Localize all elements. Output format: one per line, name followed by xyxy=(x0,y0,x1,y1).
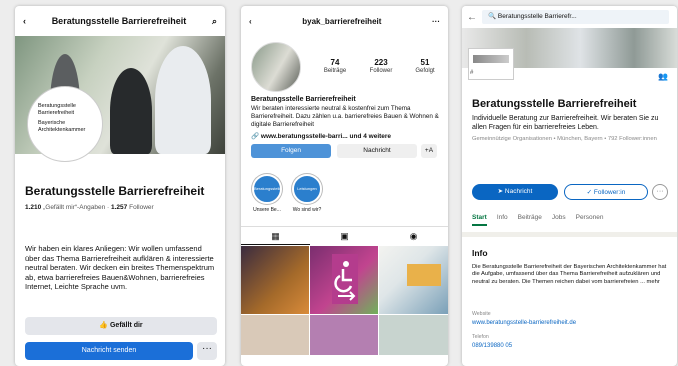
fb-description: Wir haben ein klares Anliegen: Wir wolle… xyxy=(25,244,215,291)
li-info-text: Die Beratungsstelle Barrierefreiheit der… xyxy=(472,264,667,285)
ig-bio: Wir beraten interessierte neutral & kost… xyxy=(251,105,439,128)
tab-jobs[interactable]: Jobs xyxy=(552,214,566,226)
stat-value: 51 xyxy=(420,58,430,67)
more-button[interactable]: ··· xyxy=(197,342,217,360)
website-link[interactable]: www.beratungsstelle-barrierefreiheit.de xyxy=(472,320,576,326)
tab-reels[interactable]: ▣ xyxy=(310,227,379,245)
avatar-line: Bayerische xyxy=(38,120,66,126)
avatar-line: Architektenkammer xyxy=(38,127,86,133)
message-button[interactable]: Nachricht xyxy=(337,144,417,158)
fb-profile-picture[interactable]: Beratungsstelle Barrierefreiheit Bayeris… xyxy=(27,86,103,162)
likes-label: „Gefällt mir“-Angaben · xyxy=(43,204,110,211)
li-tab-bar: Start Info Beiträge Jobs Personen xyxy=(472,214,603,226)
search-icon[interactable]: ⌕ xyxy=(212,16,217,27)
ig-handle: byak_barrierefreiheit xyxy=(302,16,382,26)
people-icon[interactable]: 👥 xyxy=(658,72,668,81)
stat-label: Beiträge xyxy=(323,68,347,74)
ig-stat-following[interactable]: 51 Gefolgt xyxy=(401,58,448,74)
li-company-name: Beratungsstelle Barrierefreiheit xyxy=(472,98,637,110)
avatar-line: Beratungsstelle xyxy=(38,103,76,109)
stat-value: 74 xyxy=(330,58,340,67)
back-arrow-icon[interactable]: ← xyxy=(462,12,482,23)
cover-person-2 xyxy=(110,68,152,154)
highlight-label: Wo sind wir? xyxy=(292,207,322,213)
fb-top-bar: ‹ Beratungsstelle Barrierefreiheit ⌕ xyxy=(15,6,225,36)
post-thumbnail[interactable] xyxy=(241,315,309,355)
fb-page-title: Beratungsstelle Barrierefreiheit xyxy=(51,16,187,26)
li-meta: Gemeinnützige Organisationen • München, … xyxy=(472,136,657,142)
stat-label: Follower xyxy=(369,68,393,74)
more-icon[interactable]: ··· xyxy=(432,17,440,26)
highlight-circle: Leistungen xyxy=(292,174,322,204)
divider xyxy=(462,232,677,237)
website-label: Website xyxy=(472,311,491,317)
ig-stat-followers[interactable]: 223 Follower xyxy=(357,58,405,74)
tab-info[interactable]: Info xyxy=(497,214,508,226)
ig-bio-link[interactable]: 🔗 www.beratungsstelle-barri... und 4 wei… xyxy=(251,132,391,140)
ig-name: Beratungsstelle Barrierefreiheit xyxy=(251,96,356,103)
tab-people[interactable]: Personen xyxy=(576,214,604,226)
stat-label: Gefolgt xyxy=(415,68,435,74)
li-tagline: Individuelle Beratung zur Barrierefreihe… xyxy=(472,115,659,131)
li-top-bar: ← 🔍 Beratungsstelle Barrierefr... xyxy=(462,6,677,28)
post-thumbnail[interactable] xyxy=(379,315,448,355)
tab-posts[interactable]: Beiträge xyxy=(518,214,542,226)
followers-label: Follower xyxy=(129,204,154,211)
wheelchair-icon xyxy=(332,254,358,304)
add-user-button[interactable]: +A xyxy=(421,144,437,158)
tab-tagged[interactable]: ◉ xyxy=(379,227,448,245)
post-thumbnail[interactable] xyxy=(310,246,378,314)
more-button[interactable]: ··· xyxy=(652,184,668,200)
ig-stat-posts[interactable]: 74 Beiträge xyxy=(311,58,359,74)
highlight-circle: Beratungsstelle xyxy=(252,174,282,204)
li-small-label: # xyxy=(470,70,474,76)
like-button[interactable]: 👍 Gefällt dir xyxy=(25,317,217,335)
phone-label: Telefon xyxy=(472,334,489,340)
followers-count: 1.257 xyxy=(111,204,128,211)
message-button[interactable]: ➤ Nachricht xyxy=(472,184,558,200)
ig-top-bar: ‹ byak_barrierefreiheit ··· xyxy=(241,6,448,36)
li-company-logo xyxy=(468,48,514,80)
follow-button[interactable]: Folgen xyxy=(251,144,331,158)
ig-profile-picture[interactable] xyxy=(251,42,301,92)
tab-start[interactable]: Start xyxy=(472,214,487,226)
following-button[interactable]: ✓ Follower:in xyxy=(564,184,648,200)
facebook-phone: ‹ Beratungsstelle Barrierefreiheit ⌕ Ber… xyxy=(15,6,225,366)
cover-person-3 xyxy=(155,46,211,154)
ig-tab-bar: ▦ ▣ ◉ xyxy=(241,226,448,245)
send-message-button[interactable]: Nachricht senden xyxy=(25,342,193,360)
linkedin-phone: ← 🔍 Beratungsstelle Barrierefr... # 👥 Be… xyxy=(462,6,677,366)
post-thumbnail[interactable] xyxy=(310,315,378,355)
avatar-line: Barrierefreiheit xyxy=(38,110,75,116)
fb-stats: 1.210 „Gefällt mir“-Angaben · 1.257 Foll… xyxy=(25,204,154,211)
fb-page-name: Beratungsstelle Barrierefreiheit xyxy=(25,184,205,198)
highlight-2[interactable]: Leistungen Wo sind wir? xyxy=(291,174,323,213)
post-thumbnail[interactable] xyxy=(241,246,309,314)
highlight-label: Unsere Be... xyxy=(253,207,281,213)
phone-link[interactable]: 089/139880 05 xyxy=(472,343,512,349)
stat-value: 223 xyxy=(374,58,388,67)
instagram-phone: ‹ byak_barrierefreiheit ··· 74 Beiträge … xyxy=(241,6,448,366)
search-input[interactable]: 🔍 Beratungsstelle Barrierefr... xyxy=(482,10,669,24)
likes-count: 1.210 xyxy=(25,204,42,211)
highlight-1[interactable]: Beratungsstelle Unsere Be... xyxy=(251,174,283,213)
tab-grid[interactable]: ▦ xyxy=(241,227,310,245)
post-thumbnail[interactable] xyxy=(379,246,448,314)
li-info-heading: Info xyxy=(472,248,488,258)
